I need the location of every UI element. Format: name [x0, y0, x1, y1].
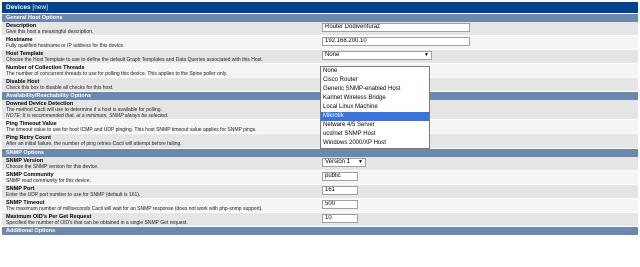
row-snmp-version: SNMP Version Choose the SNMP version for …	[2, 157, 638, 171]
host-template-option[interactable]: None	[321, 67, 429, 76]
collection-threads-help: The number of concurrent threads to use …	[6, 71, 228, 77]
hostname-input[interactable]: 192.168.200.10	[322, 37, 470, 46]
new-tag: [new]	[32, 4, 48, 11]
row-host-template: Host Template Choose the Host Template to…	[2, 50, 638, 64]
section-snmp: SNMP Options	[2, 149, 638, 157]
chevron-down-icon: ▼	[424, 52, 429, 58]
row-max-oids: Maximum OID's Per Get Request Specified t…	[2, 213, 638, 227]
max-oids-help: Specified the number of OID's that can b…	[6, 220, 188, 226]
snmp-port-input[interactable]: 161	[322, 186, 358, 195]
host-template-dropdown-list[interactable]: None Cisco Router Generic SNMP-enabled Hos…	[320, 66, 430, 149]
description-input[interactable]: Router Dodivenfuraz	[322, 23, 470, 32]
description-help: Give this host a meaningful description.	[6, 29, 94, 35]
page-title: Devices	[6, 4, 31, 11]
devices-page: Devices [new] General Host Options Descr…	[0, 0, 640, 267]
host-template-selected: None	[325, 52, 340, 58]
snmp-version-select[interactable]: Version 1 ▼	[322, 158, 366, 167]
host-template-option[interactable]: Netware 4/5 Server	[321, 121, 429, 130]
snmp-community-help: SNMP read community for this device.	[6, 178, 91, 184]
host-template-option[interactable]: Mikrotik	[321, 112, 429, 121]
snmp-port-help: Enter the UDP port number to use for SNM…	[6, 192, 141, 198]
chevron-down-icon: ▼	[358, 159, 363, 165]
row-snmp-community: SNMP Community SNMP read community for th…	[2, 171, 638, 185]
max-oids-input[interactable]: 10	[322, 214, 358, 223]
snmp-timeout-help: The maximum number of milliseconds Cacti…	[6, 206, 263, 212]
row-hostname: Hostname Fully qualified hostname or IP a…	[2, 36, 638, 50]
host-template-option[interactable]: Cisco Router	[321, 76, 429, 85]
row-snmp-port: SNMP Port Enter the UDP port number to us…	[2, 185, 638, 199]
host-template-option[interactable]: Windows 2000/XP Host	[321, 139, 429, 148]
disable-host-help: Check this box to disable all checks for…	[6, 85, 114, 91]
row-description: Description Give this host a meaningful d…	[2, 22, 638, 36]
snmp-version-selected: Version 1	[325, 159, 351, 165]
page-title-bar: Devices [new]	[2, 2, 638, 13]
host-template-option[interactable]: Generic SNMP-enabled Host	[321, 85, 429, 94]
snmp-timeout-input[interactable]: 500	[322, 200, 358, 209]
host-template-select[interactable]: None ▼	[322, 51, 432, 60]
section-general: General Host Options	[2, 14, 638, 22]
host-template-option[interactable]: Local Linux Machine	[321, 103, 429, 112]
hostname-help: Fully qualified hostname or IP address f…	[6, 43, 125, 49]
section-additional: Additional Options	[2, 227, 638, 235]
ping-retry-help: After an initial failure, the number of …	[6, 141, 182, 147]
snmp-community-input[interactable]: public	[322, 172, 358, 181]
host-template-option[interactable]: Karlnet Wireless Bridge	[321, 94, 429, 103]
snmp-version-help: Choose the SNMP version for this device.	[6, 164, 99, 170]
downed-detection-note: NOTE: It is recommended that, at a minim…	[6, 113, 169, 119]
row-snmp-timeout: SNMP Timeout The maximum number of millis…	[2, 199, 638, 213]
host-template-option[interactable]: ucd/net SNMP Host	[321, 130, 429, 139]
host-template-help: Choose the Host Template to use to defin…	[6, 57, 263, 63]
ping-timeout-help: The timeout value to use for host ICMP a…	[6, 127, 257, 133]
